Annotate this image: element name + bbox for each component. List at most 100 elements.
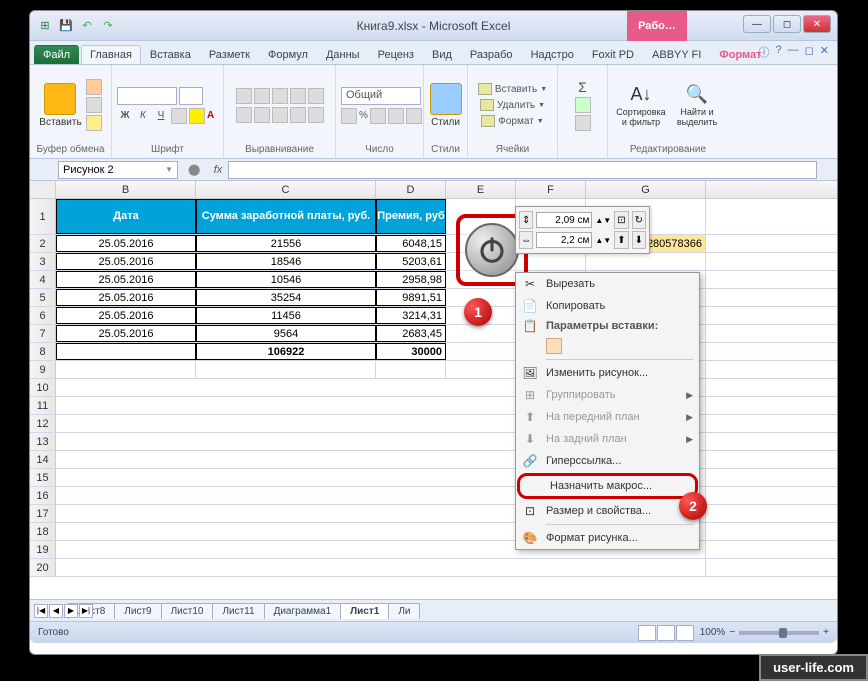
align-center-icon[interactable] [254,107,270,123]
currency-icon[interactable] [341,108,357,124]
underline-button[interactable]: Ч [153,110,169,121]
zoom-slider[interactable] [739,631,819,635]
border-button[interactable] [171,108,187,124]
indent-dec-icon[interactable] [290,107,306,123]
row-header[interactable]: 13 [30,433,56,450]
tab-formulas[interactable]: Формул [259,45,317,64]
col-header-c[interactable]: C [196,181,376,198]
align-bottom-icon[interactable] [272,88,288,104]
tab-view[interactable]: Вид [423,45,461,64]
col-header-b[interactable]: B [56,181,196,198]
row-header[interactable]: 9 [30,361,56,378]
cell[interactable]: 11456 [196,307,376,324]
redo-icon[interactable]: ↷ [99,17,117,35]
col-header-d[interactable]: D [376,181,446,198]
cell[interactable]: 5203,61 [376,253,446,270]
cell[interactable]: 9891,51 [376,289,446,306]
tab-abbyy[interactable]: ABBYY FI [643,45,710,64]
row-header[interactable]: 19 [30,541,56,558]
zoom-level[interactable]: 100% [700,627,726,638]
tab-foxit[interactable]: Foxit PD [583,45,643,64]
cell[interactable]: 18546 [196,253,376,270]
cell[interactable]: 2958,98 [376,271,446,288]
cell[interactable]: 25.05.2016 [56,289,196,306]
minimize-button[interactable]: — [743,15,771,33]
view-normal-icon[interactable] [638,625,656,641]
fill-color-button[interactable] [189,108,205,124]
cut-icon[interactable] [86,79,102,95]
cell[interactable] [586,253,706,270]
col-header-f[interactable]: F [516,181,586,198]
fx-button[interactable]: fx [208,161,228,179]
row-header[interactable]: 4 [30,271,56,288]
row-header[interactable]: 3 [30,253,56,270]
table-header[interactable]: Премия, руб [376,199,446,234]
spreadsheet-grid[interactable]: B C D E F G 1 Дата Сумма заработной плат… [30,181,837,599]
spinner-icon[interactable]: ▲▼ [595,236,611,245]
cells-format-button[interactable]: Формат ▼ [481,115,543,127]
sheet-tab[interactable]: Диаграмма1 [264,603,342,619]
number-format-select[interactable]: Общий [341,87,421,105]
align-top-icon[interactable] [236,88,252,104]
inc-decimal-icon[interactable] [388,108,404,124]
fill-down-icon[interactable] [575,97,591,113]
sheet-tab[interactable]: Лист10 [161,603,214,619]
tab-layout[interactable]: Разметк [200,45,259,64]
cells-delete-button[interactable]: Удалить ▼ [480,99,545,111]
merge-icon[interactable] [308,107,324,123]
cell[interactable]: 21556 [196,235,376,252]
minimize-ribbon-icon[interactable]: ⓘ [759,44,770,60]
spinner-icon[interactable]: ▲▼ [595,216,611,225]
row-header[interactable]: 2 [30,235,56,252]
zoom-out-button[interactable]: − [729,627,735,638]
formula-bar[interactable] [228,161,817,179]
col-header-g[interactable]: G [586,181,706,198]
save-icon[interactable]: 💾 [57,17,75,35]
mdi-min-icon[interactable]: — [788,44,799,60]
ctx-cut[interactable]: ✂Вырезать [516,273,699,295]
cell[interactable]: 35254 [196,289,376,306]
crop-icon[interactable]: ⊡ [614,211,628,229]
cell[interactable] [56,361,196,378]
font-size-select[interactable] [179,87,203,105]
cell[interactable]: 2683,45 [376,325,446,342]
sheet-tab[interactable]: Лист9 [114,603,161,619]
select-all-corner[interactable] [30,181,56,198]
bring-forward-icon[interactable]: ⬆ [614,231,628,249]
dec-decimal-icon[interactable] [406,108,422,124]
cell[interactable]: 9564 [196,325,376,342]
format-painter-icon[interactable] [86,115,102,131]
cell[interactable]: 25.05.2016 [56,325,196,342]
row-header[interactable]: 5 [30,289,56,306]
tab-review[interactable]: Реценз [369,45,423,64]
clear-icon[interactable] [575,115,591,131]
paste-button[interactable]: Вставить [39,83,81,128]
row-header[interactable]: 15 [30,469,56,486]
cell[interactable] [376,361,446,378]
ctx-hyperlink[interactable]: 🔗Гиперссылка... [516,450,699,472]
mdi-restore-icon[interactable]: ◻ [805,44,814,60]
row-header[interactable]: 16 [30,487,56,504]
table-header[interactable]: Сумма заработной платы, руб. [196,199,376,234]
view-pagebreak-icon[interactable] [676,625,694,641]
ctx-format-picture[interactable]: 🎨Формат рисунка... [516,527,699,549]
cell[interactable] [446,343,516,360]
find-select-button[interactable]: 🔍Найти и выделить [672,84,722,127]
cell[interactable]: 25.05.2016 [56,253,196,270]
row-header[interactable]: 7 [30,325,56,342]
ctx-size-properties[interactable]: ⊡Размер и свойства... [516,500,699,522]
table-header[interactable]: Дата [56,199,196,234]
col-header-e[interactable]: E [446,181,516,198]
tab-data[interactable]: Данны [317,45,369,64]
styles-button[interactable]: Стили [430,83,462,128]
sheet-nav-prev-icon[interactable]: ◀ [49,604,63,618]
row-header[interactable]: 20 [30,559,56,576]
align-right-icon[interactable] [272,107,288,123]
fx-cancel-icon[interactable]: ⬤ [188,163,202,176]
row-header[interactable]: 1 [30,199,56,234]
cell[interactable]: 10546 [196,271,376,288]
cell[interactable] [56,343,196,360]
sheet-nav-last-icon[interactable]: ▶| [79,604,93,618]
row-header[interactable]: 10 [30,379,56,396]
tab-addins[interactable]: Надстро [522,45,583,64]
